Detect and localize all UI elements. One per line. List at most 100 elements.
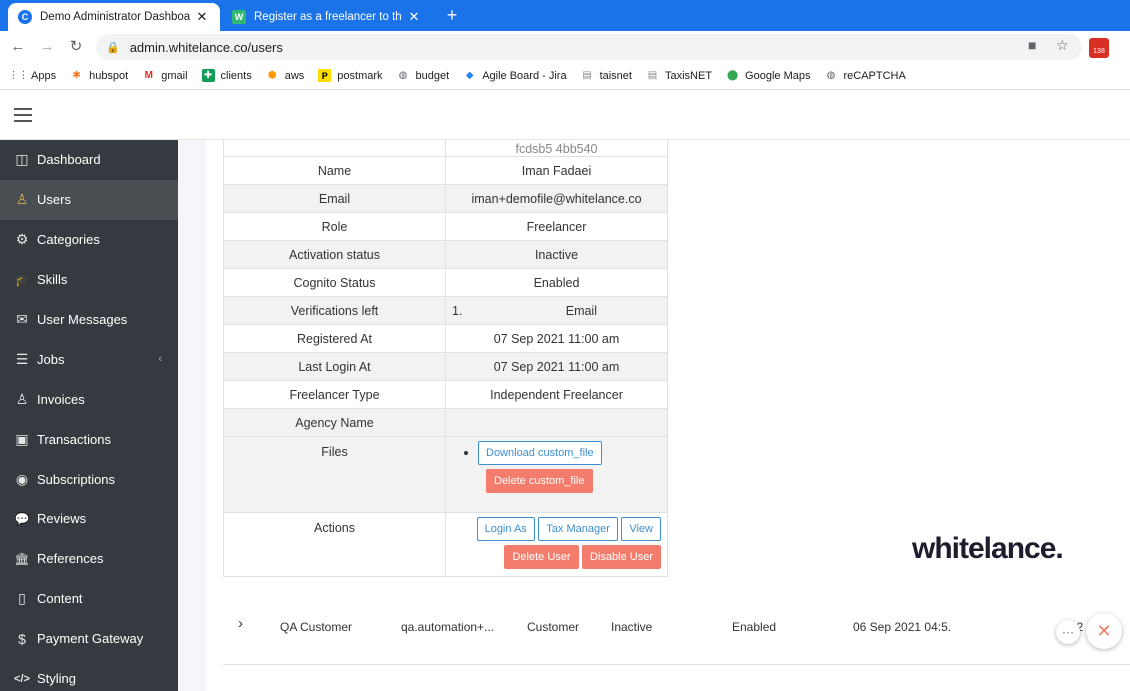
actions-cell: Login As Tax Manager View Delete User Di… bbox=[445, 512, 668, 577]
hubspot-icon: ✱ bbox=[72, 70, 81, 81]
tab-admin-dashboard[interactable]: C Demo Administrator Dashboard ✕ bbox=[8, 3, 220, 31]
user-plus-icon: ♙ bbox=[15, 390, 29, 407]
bookmark-gmail[interactable]: Mgmail bbox=[142, 69, 188, 82]
bookmark-recaptcha[interactable]: ◍ reCAPTCHA bbox=[824, 69, 906, 82]
sidebar-item-categories[interactable]: ⚙ Categories bbox=[0, 220, 178, 260]
tab-title: Register as a freelancer to the W bbox=[254, 11, 402, 23]
dashboard-icon: ◫ bbox=[15, 151, 29, 168]
list-icon: ☰ bbox=[15, 350, 29, 367]
login-as-button[interactable]: Login As bbox=[476, 517, 535, 541]
close-tab-icon[interactable]: ✕ bbox=[194, 9, 210, 25]
detail-key: Last Login At bbox=[223, 352, 446, 381]
detail-key: Registered At bbox=[223, 324, 446, 353]
disable-user-button[interactable]: Disable User bbox=[582, 545, 661, 569]
bookmark-budget[interactable]: ◍ budget bbox=[397, 69, 450, 82]
tax-manager-button[interactable]: Tax Manager bbox=[538, 517, 618, 541]
hamburger-menu-icon[interactable] bbox=[14, 108, 32, 122]
jira-icon: ◆ bbox=[465, 70, 474, 81]
whitelance-favicon-icon: C bbox=[18, 10, 32, 24]
sidebar-item-jobs[interactable]: ☰ Jobs ‹ bbox=[0, 339, 178, 379]
gmail-icon: M bbox=[144, 70, 153, 81]
detail-key: Activation status bbox=[223, 240, 446, 269]
detail-key: Actions bbox=[223, 512, 446, 577]
tab-register-freelancer[interactable]: W Register as a freelancer to the W ✕ bbox=[222, 3, 432, 31]
close-tab-icon[interactable]: ✕ bbox=[406, 9, 422, 25]
forward-arrow-icon[interactable]: → bbox=[37, 37, 57, 57]
back-arrow-icon[interactable]: ← bbox=[8, 37, 28, 57]
bookmark-aws[interactable]: ⬢ aws bbox=[266, 69, 304, 82]
whitelance-w-favicon-icon: W bbox=[232, 10, 246, 24]
sidebar-item-transactions[interactable]: ▣ Transactions bbox=[0, 419, 178, 459]
sidebar-item-dashboard[interactable]: ◫ Dashboard bbox=[0, 140, 178, 180]
sidebar-item-skills[interactable]: 🎓 Skills bbox=[0, 260, 178, 300]
bookmark-taisnet[interactable]: ▤ taisnet bbox=[581, 69, 632, 82]
sidebar-item-invoices[interactable]: ♙ Invoices bbox=[0, 379, 178, 419]
building-icon: ▤ bbox=[647, 70, 658, 81]
sheets-icon: ✚ bbox=[201, 69, 215, 82]
camera-icon[interactable]: ■ bbox=[1028, 37, 1036, 53]
main-content: fcdsb5 4bb540 Name Iman Fadaei Email iman+… bbox=[178, 140, 1130, 691]
close-icon[interactable]: ✕ bbox=[1086, 613, 1122, 649]
download-file-button[interactable]: Download custom_file bbox=[478, 441, 602, 465]
map-pin-icon: ⬤ bbox=[726, 70, 739, 81]
tab-title: Demo Administrator Dashboard bbox=[40, 11, 190, 23]
sidebar-item-payment-gateway[interactable]: $ Payment Gateway bbox=[0, 619, 178, 659]
envelope-icon: ✉ bbox=[16, 311, 28, 327]
user-icon: ♙ bbox=[15, 191, 29, 208]
delete-user-button[interactable]: Delete User bbox=[504, 545, 579, 569]
calendar-extension-icon[interactable]: 138 bbox=[1089, 38, 1109, 58]
bookmarks-bar: ⋮⋮ Apps ✱ hubspot Mgmail ✚ clients ⬢ aws Ppo… bbox=[0, 62, 1130, 90]
detail-value: 07 Sep 2021 11:00 am bbox=[445, 352, 668, 381]
lock-icon: 🔒 bbox=[106, 41, 120, 54]
more-options-icon[interactable]: ··· bbox=[1056, 620, 1080, 644]
sidebar-item-styling[interactable]: </> Styling bbox=[0, 659, 178, 691]
sidebar-item-subscriptions[interactable]: ◉ Subscriptions bbox=[0, 459, 178, 499]
detail-key: Name bbox=[223, 156, 446, 185]
bookmark-taxisnet[interactable]: ▤ TaxisNET bbox=[646, 69, 712, 82]
reload-icon[interactable]: ↻ bbox=[66, 37, 86, 57]
bookmark-jira[interactable]: ◆ Agile Board - Jira bbox=[463, 69, 567, 82]
sidebar-item-reviews[interactable]: 💬 Reviews bbox=[0, 499, 178, 539]
bookmark-postmark[interactable]: Ppostmark bbox=[318, 69, 383, 82]
user-lock-icon: ◉ bbox=[15, 470, 29, 487]
globe-icon: ◍ bbox=[398, 70, 408, 81]
detail-value bbox=[445, 408, 668, 437]
whitelance-logo: whitelance. bbox=[912, 532, 1064, 565]
sidebar-item-references[interactable]: 🏛 References bbox=[0, 539, 178, 579]
bookmark-clients[interactable]: ✚ clients bbox=[201, 69, 252, 82]
browser-tab-strip: C Demo Administrator Dashboard ✕ W Regis… bbox=[0, 0, 1130, 31]
aws-cube-icon: ⬢ bbox=[267, 70, 277, 81]
new-tab-plus-icon[interactable]: + bbox=[442, 5, 462, 25]
row-registered: 06 Sep 2021 04:5. bbox=[853, 620, 952, 634]
detail-key: Files bbox=[223, 436, 446, 513]
star-bookmark-icon[interactable]: ☆ bbox=[1056, 37, 1069, 54]
bookmark-google-maps[interactable]: ⬤ Google Maps bbox=[726, 69, 811, 82]
sidebar-item-user-messages[interactable]: ✉ User Messages bbox=[0, 300, 178, 340]
row-cognito: Enabled bbox=[732, 620, 777, 634]
sidebar: ◫ Dashboard ♙ Users ⚙ Categories 🎓 Skills ✉ U… bbox=[0, 140, 178, 691]
partial-row-text: fcdsb5 4bb540 bbox=[445, 140, 668, 157]
view-button[interactable]: View bbox=[621, 517, 661, 541]
gear-icon: ⚙ bbox=[15, 231, 29, 248]
sidebar-item-content[interactable]: ▯ Content bbox=[0, 579, 178, 619]
delete-file-button[interactable]: Delete custom_file bbox=[486, 469, 593, 493]
table-row[interactable]: › QA Customer qa.automation+... Customer… bbox=[223, 610, 1130, 665]
verification-value: Email bbox=[565, 303, 597, 318]
verifications-cell: 1. Email bbox=[445, 296, 668, 325]
row-activation: Inactive bbox=[611, 620, 653, 634]
verification-number: 1. bbox=[452, 303, 463, 318]
detail-value: 07 Sep 2021 11:00 am bbox=[445, 324, 668, 353]
detail-value: Independent Freelancer bbox=[445, 380, 668, 409]
detail-key: Freelancer Type bbox=[223, 380, 446, 409]
address-bar[interactable]: 🔒 admin.whitelance.co/users bbox=[96, 34, 1082, 60]
row-name: QA Customer bbox=[280, 620, 353, 634]
sidebar-item-users[interactable]: ♙ Users bbox=[0, 179, 178, 220]
chevron-right-icon[interactable]: › bbox=[238, 615, 243, 632]
detail-key: Verifications left bbox=[223, 296, 446, 325]
building-icon: ▤ bbox=[582, 70, 592, 81]
row-role: Customer bbox=[527, 620, 580, 634]
row-email: qa.automation+... bbox=[401, 620, 495, 634]
bookmark-hubspot[interactable]: ✱ hubspot bbox=[70, 69, 128, 82]
bookmark-apps[interactable]: ⋮⋮ Apps bbox=[8, 69, 57, 82]
apps-grid-icon: ⋮⋮ bbox=[8, 70, 29, 81]
